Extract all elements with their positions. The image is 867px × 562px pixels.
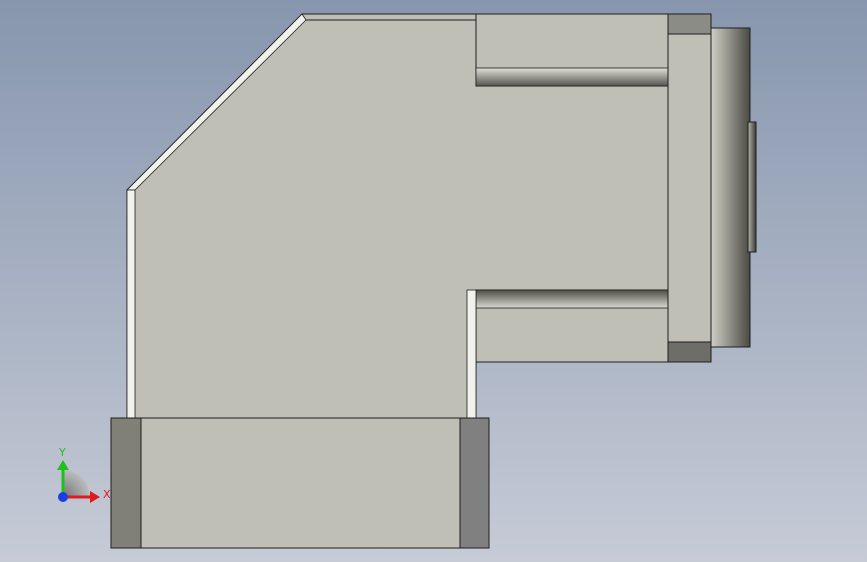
y-axis-label: Y — [58, 446, 66, 459]
cad-viewport[interactable]: Y X — [0, 0, 867, 562]
x-axis-label: X — [103, 488, 111, 501]
right-upper-block — [667, 13, 712, 35]
left-edge-highlight — [126, 189, 136, 419]
input-flange-right-band — [459, 417, 490, 549]
input-flange — [110, 417, 490, 549]
z-axis-dot — [58, 492, 68, 502]
input-flange-left-band — [110, 417, 142, 549]
right-lower-block — [667, 341, 712, 363]
output-flange — [707, 27, 751, 348]
lower-pocket-groove — [475, 289, 669, 309]
inner-corner-highlight — [466, 289, 477, 419]
output-boss — [747, 121, 757, 253]
upper-pocket-groove — [475, 67, 669, 87]
